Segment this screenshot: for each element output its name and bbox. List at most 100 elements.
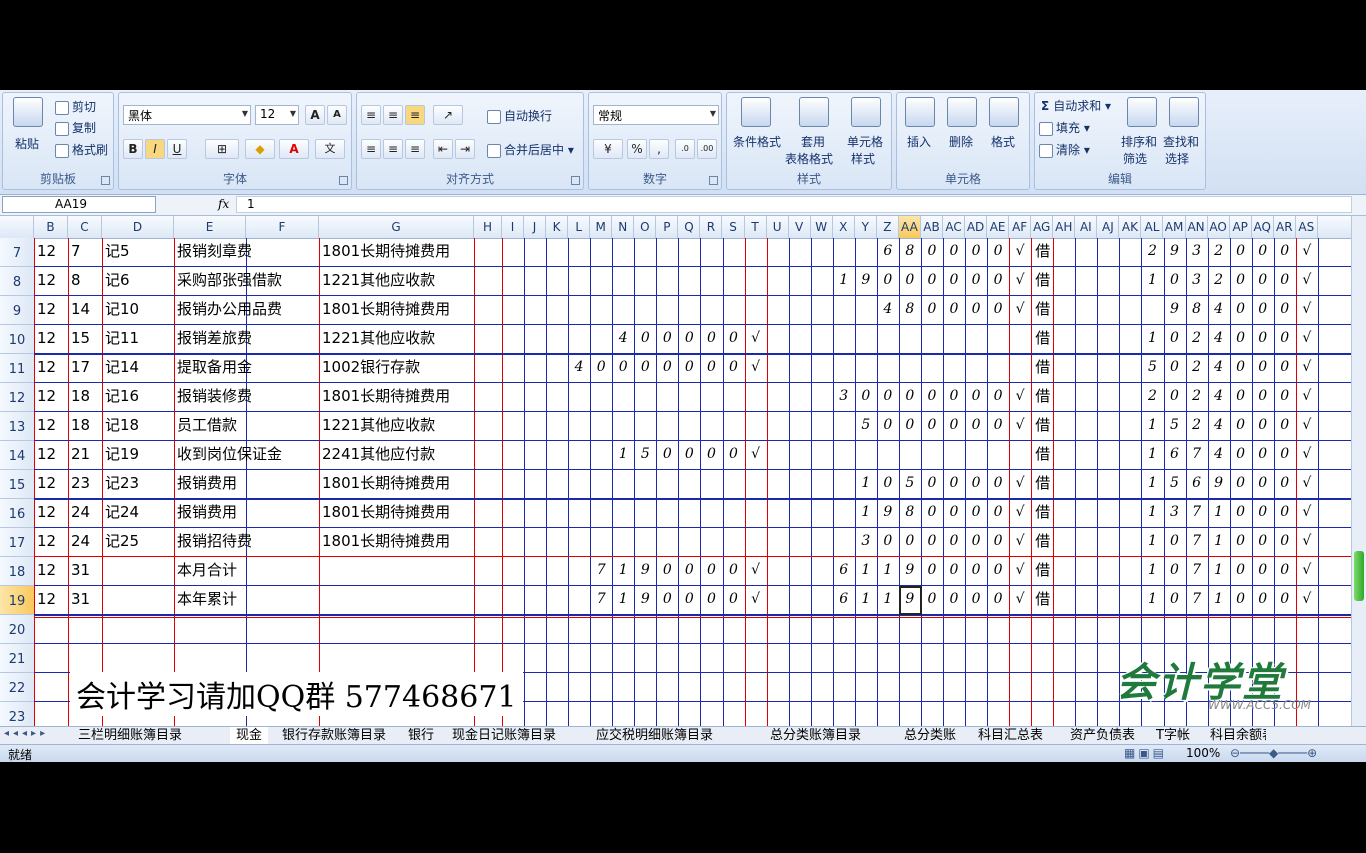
cell-g[interactable]: 1801长期待摊费用 — [322, 295, 450, 323]
amount-digit[interactable]: 0 — [723, 438, 745, 470]
column-header-n[interactable]: N — [612, 216, 635, 238]
amount-digit[interactable]: 0 — [1230, 496, 1252, 528]
amount-digit[interactable]: 7 — [1186, 496, 1208, 528]
column-header-i[interactable]: I — [502, 216, 525, 238]
percent-button[interactable]: % — [627, 139, 647, 159]
row-header-12[interactable]: 12 — [0, 383, 34, 412]
amount-digit[interactable]: 0 — [987, 554, 1009, 586]
amount-digit[interactable]: 0 — [877, 409, 899, 441]
cell-g[interactable]: 1221其他应收款 — [322, 324, 435, 352]
cell-b[interactable]: 12 — [37, 411, 56, 439]
amount-digit[interactable]: 1 — [1141, 438, 1163, 470]
column-header-ao[interactable]: AO — [1208, 216, 1230, 238]
insert-button[interactable]: 插入 — [907, 133, 931, 150]
amount-digit[interactable]: 4 — [1208, 380, 1230, 412]
cell-b[interactable]: 12 — [37, 295, 56, 323]
column-header-m[interactable]: M — [590, 216, 613, 238]
cell-ag[interactable]: 借 — [1035, 527, 1050, 555]
amount-digit[interactable]: 2 — [1186, 351, 1208, 383]
zoom-slider[interactable]: ⊖────◆────⊕ — [1230, 746, 1317, 760]
format-icon[interactable] — [989, 97, 1019, 127]
cell-d[interactable]: 记6 — [105, 266, 130, 294]
column-header-v[interactable]: V — [789, 216, 811, 238]
amount-digit[interactable]: 7 — [590, 554, 612, 586]
amount-digit[interactable]: 0 — [1252, 238, 1274, 267]
sheet-tab[interactable]: 资产负债表 — [1064, 727, 1141, 744]
column-header-k[interactable]: K — [546, 216, 569, 238]
scroll-thumb[interactable] — [1354, 551, 1364, 601]
amount-digit[interactable]: 0 — [965, 293, 987, 325]
cell-g[interactable]: 1801长期待摊费用 — [322, 498, 450, 526]
amount-digit[interactable]: 0 — [1252, 525, 1274, 557]
comma-button[interactable]: , — [649, 139, 669, 159]
align-left-icon[interactable]: ≡ — [361, 139, 381, 159]
cell-c[interactable]: 24 — [71, 527, 90, 555]
vertical-scrollbar[interactable] — [1351, 216, 1366, 726]
clear-button[interactable]: 清除 ▾ — [1039, 141, 1090, 158]
amount-digit[interactable]: 1 — [855, 583, 877, 615]
cell-e[interactable]: 报销招待费 — [177, 527, 252, 555]
amount-digit[interactable]: 0 — [1274, 525, 1296, 557]
amount-digit[interactable]: 0 — [943, 496, 965, 528]
row-header-8[interactable]: 8 — [0, 267, 34, 296]
cell-c[interactable]: 7 — [71, 238, 81, 265]
amount-digit[interactable]: 5 — [1164, 409, 1186, 441]
amount-digit[interactable]: 0 — [700, 583, 722, 615]
check-mark[interactable]: √ — [1296, 438, 1318, 470]
format-button[interactable]: 格式 — [991, 133, 1015, 150]
row-header-11[interactable]: 11 — [0, 354, 34, 383]
decrease-indent-icon[interactable]: ⇤ — [433, 139, 453, 159]
cell-b[interactable]: 12 — [37, 266, 56, 294]
cell-d[interactable]: 记5 — [105, 238, 130, 265]
row-header-17[interactable]: 17 — [0, 528, 34, 557]
amount-digit[interactable]: 0 — [877, 264, 899, 296]
check-mark[interactable]: √ — [1296, 409, 1318, 441]
amount-digit[interactable]: 0 — [943, 554, 965, 586]
amount-digit[interactable]: 0 — [723, 351, 745, 383]
amount-digit[interactable]: 0 — [700, 554, 722, 586]
check-mark[interactable]: √ — [745, 438, 767, 470]
cell-d[interactable]: 记16 — [105, 382, 139, 410]
amount-digit[interactable]: 5 — [855, 409, 877, 441]
align-middle-icon[interactable]: ≡ — [383, 105, 403, 125]
column-header-d[interactable]: D — [102, 216, 174, 238]
amount-digit[interactable]: 3 — [855, 525, 877, 557]
amount-digit[interactable]: 0 — [1230, 322, 1252, 354]
check-mark[interactable]: √ — [1009, 293, 1031, 325]
check-mark[interactable]: √ — [1296, 264, 1318, 296]
italic-button[interactable]: I — [145, 139, 165, 159]
amount-digit[interactable]: 0 — [678, 351, 700, 383]
amount-digit[interactable]: 0 — [987, 264, 1009, 296]
amount-digit[interactable]: 9 — [1164, 238, 1186, 267]
sheet-tab[interactable]: 三栏明细账簿目录 — [72, 727, 188, 744]
amount-digit[interactable]: 0 — [723, 583, 745, 615]
check-mark[interactable]: √ — [1296, 525, 1318, 557]
amount-digit[interactable]: 4 — [1208, 351, 1230, 383]
amount-digit[interactable]: 3 — [1164, 496, 1186, 528]
name-box[interactable]: AA19 — [2, 196, 156, 213]
amount-digit[interactable]: 4 — [612, 322, 634, 354]
cell-c[interactable]: 21 — [71, 440, 90, 468]
amount-digit[interactable]: 3 — [1186, 264, 1208, 296]
amount-digit[interactable]: 0 — [1274, 496, 1296, 528]
amount-digit[interactable]: 9 — [899, 554, 921, 586]
column-header-p[interactable]: P — [656, 216, 679, 238]
row-header-13[interactable]: 13 — [0, 412, 34, 441]
amount-digit[interactable]: 0 — [1274, 583, 1296, 615]
amount-digit[interactable]: 7 — [1186, 525, 1208, 557]
amount-digit[interactable]: 0 — [1164, 351, 1186, 383]
amount-digit[interactable]: 0 — [1230, 351, 1252, 383]
check-mark[interactable]: √ — [1296, 554, 1318, 586]
cell-e[interactable]: 报销差旅费 — [177, 324, 252, 352]
amount-digit[interactable]: 0 — [943, 525, 965, 557]
check-mark[interactable]: √ — [1009, 380, 1031, 412]
check-mark[interactable]: √ — [1009, 409, 1031, 441]
amount-digit[interactable]: 4 — [1208, 409, 1230, 441]
cell-d[interactable]: 记19 — [105, 440, 139, 468]
amount-digit[interactable]: 0 — [1164, 583, 1186, 615]
amount-digit[interactable]: 1 — [1208, 525, 1230, 557]
amount-digit[interactable]: 0 — [1252, 438, 1274, 470]
amount-digit[interactable]: 2 — [1141, 380, 1163, 412]
amount-digit[interactable]: 0 — [1274, 438, 1296, 470]
amount-digit[interactable]: 9 — [634, 583, 656, 615]
